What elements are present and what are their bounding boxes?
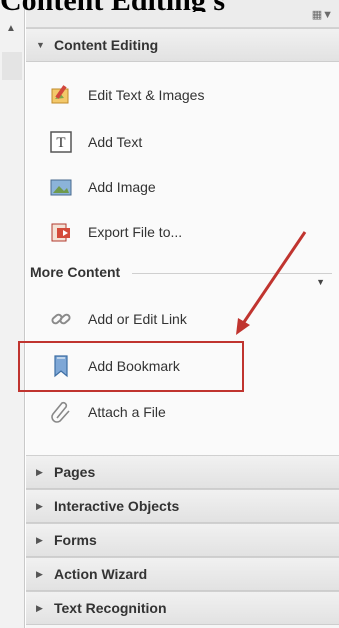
tool-export-file[interactable]: Export File to...	[48, 216, 182, 248]
section-header-label: Content Editing	[54, 37, 159, 53]
paperclip-icon	[48, 399, 74, 425]
add-image-icon	[48, 174, 74, 200]
section-header-label: Pages	[54, 464, 96, 480]
tool-add-edit-link[interactable]: Add or Edit Link	[48, 303, 187, 335]
export-file-icon	[48, 219, 74, 245]
gutter-handle	[2, 52, 22, 80]
left-gutter: ▲	[0, 0, 25, 628]
section-header-label: Text Recognition	[54, 600, 167, 616]
tool-label: Add Text	[88, 134, 143, 150]
tool-add-text[interactable]: T Add Text	[48, 126, 142, 158]
tool-label: Attach a File	[88, 404, 166, 420]
tool-attach-file[interactable]: Attach a File	[48, 396, 166, 428]
highlight-box	[18, 341, 244, 392]
more-content-divider	[132, 273, 332, 274]
chevron-up-icon[interactable]: ▲	[3, 22, 19, 36]
tool-label: Export File to...	[88, 224, 183, 240]
caret-right-icon: ▶	[36, 602, 43, 613]
section-header-interactive-objects[interactable]: ▶ Interactive Objects	[26, 489, 339, 523]
section-header-label: Interactive Objects	[54, 498, 180, 514]
tool-add-image[interactable]: Add Image	[48, 171, 156, 203]
svg-text:T: T	[56, 135, 65, 151]
section-header-forms[interactable]: ▶ Forms	[26, 523, 339, 557]
section-header-pages[interactable]: ▶ Pages	[26, 455, 339, 489]
caret-right-icon: ▶	[36, 568, 43, 579]
caret-right-icon: ▶	[36, 500, 43, 511]
section-header-content-editing[interactable]: ▼ Content Editing	[26, 28, 339, 62]
cropped-heading-text: Content Editing s	[0, 0, 339, 12]
link-icon	[48, 306, 74, 332]
caret-down-icon: ▼	[36, 40, 45, 50]
caret-right-icon: ▶	[36, 466, 43, 477]
tool-label: Edit Text & Images	[88, 87, 205, 103]
more-content-label: More Content	[30, 264, 121, 280]
add-text-icon: T	[48, 129, 74, 155]
section-header-label: Action Wizard	[54, 566, 148, 582]
tool-label: Add Image	[88, 179, 156, 195]
caret-right-icon: ▶	[36, 534, 43, 545]
section-header-label: Forms	[54, 532, 97, 548]
export-dropdown-icon[interactable]: ▼	[316, 277, 325, 287]
section-header-text-recognition[interactable]: ▶ Text Recognition	[26, 591, 339, 625]
tools-panel: ▦▼ ▼ Content Editing Edit Text & Images …	[26, 0, 339, 628]
edit-text-images-icon	[48, 82, 74, 108]
tool-label: Add or Edit Link	[88, 311, 187, 327]
section-header-action-wizard[interactable]: ▶ Action Wizard	[26, 557, 339, 591]
tool-edit-text-images[interactable]: Edit Text & Images	[48, 79, 204, 111]
content-editing-body: Edit Text & Images T Add Text Add Image	[26, 62, 339, 455]
